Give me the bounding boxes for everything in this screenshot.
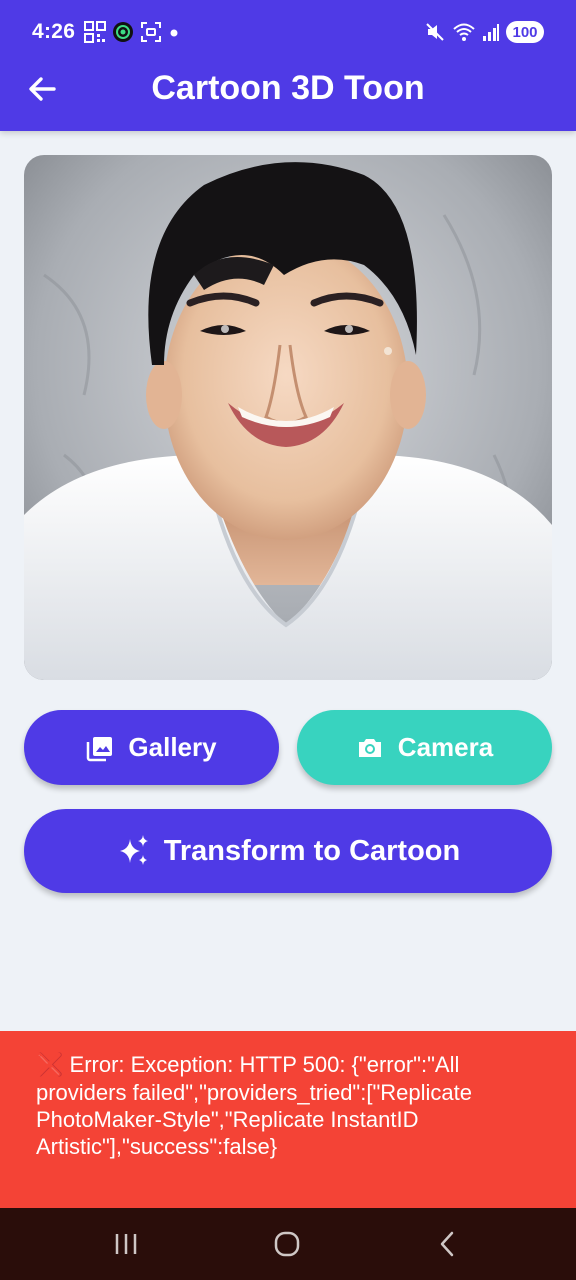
gallery-button[interactable]: Gallery [24,710,279,785]
sparkles-icon [119,835,148,865]
mute-icon [426,23,444,41]
signal-icon [483,24,499,41]
status-right-icons: 100 [424,20,544,44]
error-message: Error: Exception: HTTP 500: {"error":"Al… [36,1052,472,1159]
screenshot-icon [141,22,161,42]
status-left-icons [84,20,180,44]
transform-button[interactable]: Transform to Cartoon [24,809,552,893]
status-bar: 4:26 100 [0,0,576,64]
selected-photo [24,155,552,680]
battery-indicator: 100 [506,21,544,43]
camera-button[interactable]: Camera [297,710,552,785]
app-bar: 4:26 100 Cartoon 3D Toon [0,0,576,131]
error-cross-icon: ❌ [36,1053,64,1078]
camera-button-label: Camera [397,732,494,762]
status-time: 4:26 [32,20,76,43]
back-icon [440,1231,454,1257]
dot-icon [170,29,178,37]
home-button[interactable] [263,1226,311,1262]
home-icon [274,1231,300,1257]
qr-code-icon [84,21,106,43]
camera-icon [358,738,381,757]
system-nav-bar [0,1208,576,1280]
image-icon [87,736,113,761]
nav-back-button[interactable] [424,1226,472,1262]
error-banner: ❌ Error: Exception: HTTP 500: {"error":"… [0,1031,576,1208]
recent-apps-button[interactable] [102,1226,150,1262]
wifi-icon [453,23,475,41]
recent-apps-icon [115,1234,137,1254]
camera-app-icon [113,22,133,42]
toolbar: Cartoon 3D Toon [0,56,576,122]
transform-button-label: Transform to Cartoon [163,834,461,867]
portrait-image [24,155,552,680]
page-title: Cartoon 3D Toon [151,69,425,107]
gallery-button-label: Gallery [128,732,217,762]
